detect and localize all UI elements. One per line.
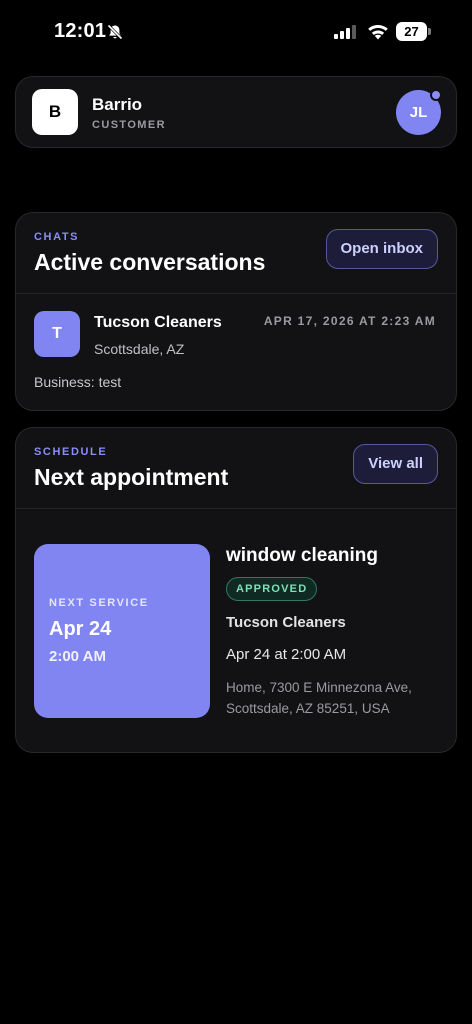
user-role: CUSTOMER — [92, 119, 166, 131]
next-service-label: NEXT SERVICE — [49, 597, 149, 609]
appointment-title[interactable]: window cleaning — [226, 545, 378, 567]
battery-icon: 27 — [396, 22, 431, 41]
status-badge: APPROVED — [226, 577, 318, 601]
conversation-preview: Business: test — [34, 374, 122, 390]
battery-tip — [428, 28, 431, 35]
conversation-name: Tucson Cleaners — [94, 314, 222, 331]
bell-slash-icon — [107, 24, 123, 40]
wifi-icon — [368, 25, 388, 40]
appointment-datetime: Apr 24 at 2:00 AM — [226, 646, 347, 663]
chats-section-label: CHATS — [34, 231, 80, 243]
chats-card: CHATS Active conversations Open inbox T … — [15, 212, 457, 411]
chats-divider — [16, 293, 456, 294]
app-name: Barrio — [92, 95, 143, 114]
status-time: 12:01 — [54, 20, 107, 42]
status-bar: 12:01 27 — [0, 0, 472, 64]
schedule-section-label: SCHEDULE — [34, 446, 108, 458]
schedule-title: Next appointment — [34, 464, 229, 490]
appointment-business: Tucson Cleaners — [226, 614, 346, 631]
battery-level: 27 — [396, 22, 427, 41]
schedule-card: SCHEDULE Next appointment View all NEXT … — [15, 427, 457, 753]
next-service-time: 2:00 AM — [49, 648, 106, 665]
appointment-address: Home, 7300 E Minnezona Ave, Scottsdale, … — [226, 680, 412, 716]
conversation-location: Scottsdale, AZ — [94, 341, 185, 357]
header-card: B Barrio CUSTOMER JL — [15, 76, 457, 148]
app-logo: B — [32, 89, 78, 135]
view-all-button[interactable]: View all — [353, 444, 438, 484]
notification-dot — [430, 89, 442, 101]
cellular-signal-icon — [334, 25, 356, 39]
chats-title: Active conversations — [34, 249, 266, 275]
next-service-tile[interactable]: NEXT SERVICE Apr 24 2:00 AM — [34, 544, 210, 718]
schedule-divider — [16, 508, 456, 509]
conversation-timestamp: APR 17, 2026 AT 2:23 AM — [263, 314, 436, 328]
open-inbox-button[interactable]: Open inbox — [325, 229, 438, 269]
next-service-date: Apr 24 — [49, 618, 112, 640]
conversation-avatar: T — [34, 311, 80, 357]
